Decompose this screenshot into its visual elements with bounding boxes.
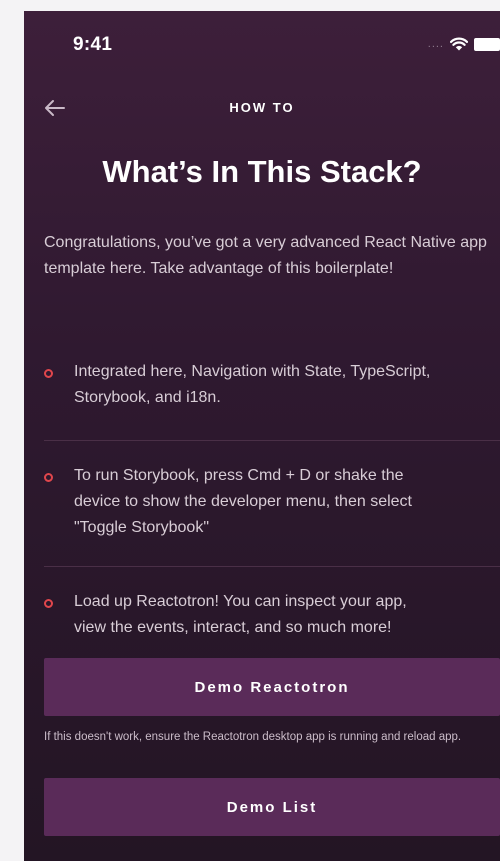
nav-bar: HOW TO: [24, 89, 500, 129]
nav-title: HOW TO: [229, 100, 295, 115]
list-item-line: To run Storybook, press Cmd + D or shake…: [74, 467, 404, 484]
feature-list: Integrated here, Navigation with State, …: [24, 359, 500, 647]
list-item-line: Load up Reactotron! You can inspect your…: [74, 593, 407, 610]
list-item-line: Integrated here, Navigation with State, …: [74, 363, 431, 380]
bullet-icon: [44, 599, 53, 608]
list-item-line: view the events, interact, and so much m…: [74, 619, 392, 636]
demo-reactotron-button[interactable]: Demo Reactotron: [44, 658, 500, 716]
status-time: 9:41: [73, 34, 113, 55]
battery-icon: [474, 37, 500, 51]
intro-text: Congratulations, you’ve got a very advan…: [44, 234, 487, 277]
app-screen: 9:41 .... HOW TO What’s In This Stack? C…: [24, 11, 500, 861]
reactotron-hint-text: If this doesn't work, ensure the Reactot…: [44, 731, 462, 743]
demo-list-button[interactable]: Demo List: [44, 778, 500, 836]
list-item: Load up Reactotron! You can inspect your…: [24, 567, 500, 647]
wifi-icon: [450, 37, 468, 51]
list-item-line: "Toggle Storybook": [74, 519, 209, 536]
status-icons: ....: [428, 36, 500, 52]
signal-dots-icon: ....: [427, 38, 444, 50]
list-item: To run Storybook, press Cmd + D or shake…: [24, 441, 500, 567]
list-item-line: device to show the developer menu, then …: [74, 493, 412, 510]
list-item: Integrated here, Navigation with State, …: [24, 359, 500, 441]
status-bar: 9:41 ....: [24, 11, 500, 81]
bullet-icon: [44, 369, 53, 378]
page-title: What’s In This Stack?: [102, 154, 422, 189]
list-item-line: Storybook, and i18n.: [74, 389, 221, 406]
bullet-icon: [44, 473, 53, 482]
